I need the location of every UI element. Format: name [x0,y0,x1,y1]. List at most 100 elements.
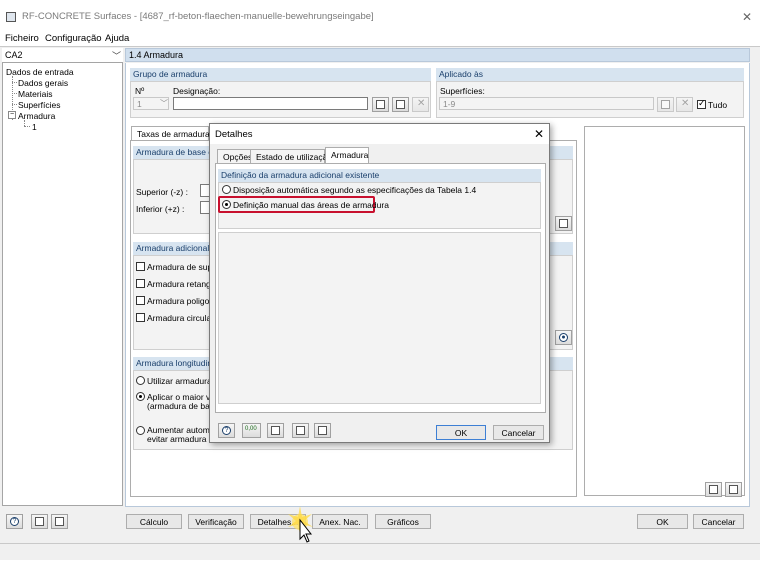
clear-surfaces-button[interactable]: ✕ [676,97,693,112]
option-manual-radio[interactable] [222,200,231,209]
eye-icon: ● [559,333,568,342]
grupo-header: Grupo de armadura [130,68,431,81]
close-icon[interactable]: ✕ [742,11,752,23]
tree-line [24,126,30,127]
dialog-title-bar: Detalhes ✕ [210,124,549,144]
calculo-button[interactable]: Cálculo [126,514,182,529]
graficos-label: Gráficos [387,517,419,527]
pointer-icon [661,100,670,109]
preview-panel [584,126,745,496]
help-button[interactable]: ? [6,514,23,529]
adicional-check-circular[interactable] [136,313,145,322]
tudo-checkbox[interactable] [697,98,706,109]
tab-taxas-armadura[interactable]: Taxas de armadura [131,126,210,141]
export-icon [55,517,64,526]
superficies-value: 1-9 [443,99,456,109]
status-bar [0,543,760,560]
designacao-input[interactable] [173,97,368,110]
copy-group-button[interactable] [392,97,409,112]
decimals-icon: 0,00 [245,426,257,432]
superficies-input[interactable]: 1-9 [439,97,654,110]
graficos-button[interactable]: Gráficos [375,514,431,529]
tree-item-dados-gerais[interactable]: Dados gerais [18,78,68,88]
import-icon [35,517,44,526]
preview-button-1[interactable] [705,482,722,497]
option-auto-radio[interactable] [222,185,231,194]
tree-line [12,82,17,83]
chevron-down-icon: ﹀ [160,99,168,108]
grupo-no-value: 1 [137,99,142,109]
adicional-check-poligonal[interactable] [136,296,145,305]
collapse-icon[interactable]: − [8,111,16,119]
menu-ajuda[interactable]: Ajuda [105,33,129,44]
menu-configuracao[interactable]: Configuração [45,33,102,44]
adicional-view-button[interactable]: ● [555,330,572,345]
adicional-title: Armadura adicional ex [136,243,221,253]
longitudinal-opt3b-label: evitar armadura de [147,434,219,444]
main-cancel-button[interactable]: Cancelar [693,514,744,529]
base-library-button[interactable] [555,216,572,231]
section-title: 1.4 Armadura [129,50,184,60]
mouse-cursor-icon [288,506,313,543]
menu-ficheiro[interactable]: Ficheiro [5,33,39,44]
grupo-no-select[interactable]: 1 ﹀ [133,97,169,110]
option-auto-label: Disposição automática segundo as especif… [233,185,477,195]
dialog-help-button[interactable]: ? [218,423,235,438]
verificacao-button[interactable]: Verificação [188,514,244,529]
tree-item-materiais[interactable]: Materiais [18,89,52,99]
adicional-check-retangular[interactable] [136,279,145,288]
longitudinal-title: Armadura longitudinal [136,358,219,368]
app-icon [6,12,16,22]
reset-icon [271,426,280,435]
window-title: RF-CONCRETE Surfaces - [4687_rf-beton-fl… [22,11,374,22]
tree-item-superficies[interactable]: Superfícies [18,100,61,110]
main-cancel-label: Cancelar [701,517,736,527]
dialog-tab-estado[interactable]: Estado de utilização [250,149,332,164]
superficies-label: Superfícies: [440,86,485,96]
verificacao-label: Verificação [195,517,237,527]
main-ok-label: OK [656,517,669,527]
case-value: CA2 [5,50,23,60]
save-icon [318,426,327,435]
anex-nac-button[interactable]: Anex. Nac. [312,514,368,529]
new-group-button[interactable] [372,97,389,112]
delete-group-button[interactable]: ✕ [412,97,429,112]
calculo-label: Cálculo [139,517,169,527]
designacao-label: Designação: [173,86,221,96]
inferior-label: Inferior (+z) : [136,204,185,214]
preview-button-2[interactable] [725,482,742,497]
delete-icon: ✕ [681,98,690,109]
main-ok-button[interactable]: OK [637,514,688,529]
dialog-ok-label: OK [454,428,468,438]
dialog-cancel-label: Cancelar [501,428,536,438]
tree-root-dados-entrada[interactable]: Dados de entrada [6,67,74,77]
dialog-group-title: Definição da armadura adicional existent… [221,170,380,180]
aplicado-header: Aplicado às [436,68,744,81]
pick-surfaces-button[interactable] [657,97,674,112]
dialog-load-button[interactable] [292,423,309,438]
adicional-check-superficie[interactable] [136,262,145,271]
export-button[interactable] [51,514,68,529]
dialog-cancel-button[interactable]: Cancelar [493,425,544,440]
dialog-tab-armadura[interactable]: Armadura [325,147,369,164]
adicional-label-retangular: Armadura retangul [147,279,218,289]
dialog-reset-button[interactable] [267,423,284,438]
section-header: 1.4 Armadura [125,48,750,62]
library-icon [559,219,568,228]
copy-icon [396,100,405,109]
close-icon[interactable]: ✕ [534,127,544,141]
tab-taxas-label: Taxas de armadura [137,129,210,139]
dialog-tab-opcoes[interactable]: Opções [217,149,252,164]
tree-item-armadura-1[interactable]: 1 [32,122,37,132]
case-select[interactable]: CA2 ﹀ [2,48,123,63]
tree-line [12,93,17,94]
longitudinal-radio-3[interactable] [136,426,145,435]
adicional-label-circular: Armadura circular [147,313,215,323]
longitudinal-radio-1[interactable] [136,376,145,385]
longitudinal-radio-2[interactable] [136,392,145,401]
dialog-tab-estado-label: Estado de utilização [256,152,333,162]
dialog-save-button[interactable] [314,423,331,438]
import-button[interactable] [31,514,48,529]
dialog-ok-button[interactable]: OK [436,425,486,440]
dialog-decimals-button[interactable]: 0,00 [242,423,261,438]
